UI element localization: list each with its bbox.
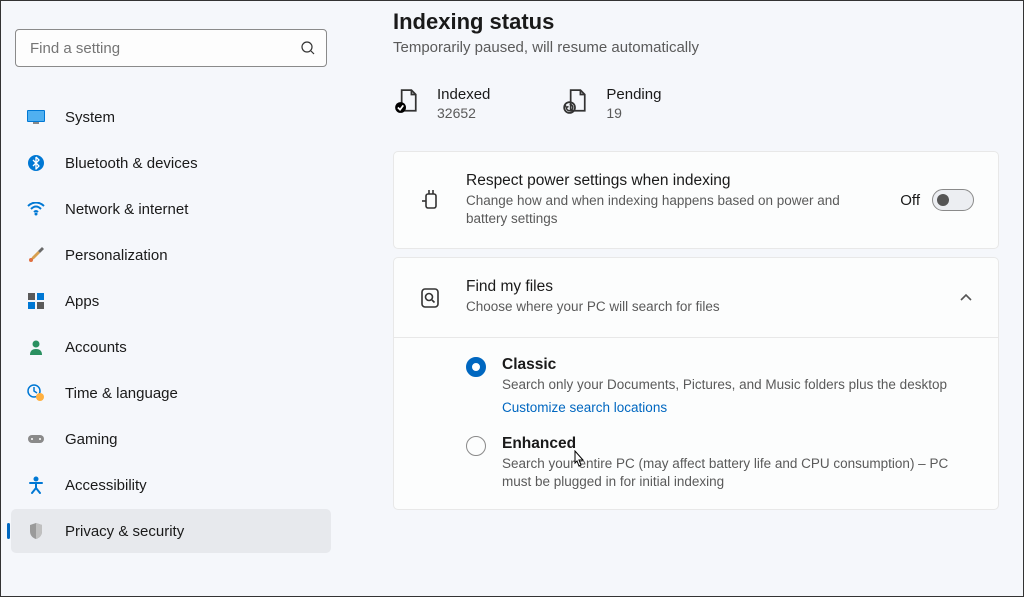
file-check-icon [393, 88, 419, 114]
power-toggle[interactable] [932, 189, 974, 211]
option-desc: Search your entire PC (may affect batter… [502, 455, 974, 491]
content-pane: Indexing status Temporarily paused, will… [341, 1, 1023, 596]
accessibility-icon [27, 476, 45, 494]
radio-unselected-icon[interactable] [466, 436, 486, 456]
sidebar-item-label: Privacy & security [65, 523, 184, 540]
sidebar-item-privacy-security[interactable]: Privacy & security [11, 509, 331, 553]
option-classic[interactable]: Classic Search only your Documents, Pict… [466, 356, 974, 417]
sidebar-item-time-language[interactable]: Time & language [11, 371, 331, 415]
option-enhanced[interactable]: Enhanced Search your entire PC (may affe… [466, 435, 974, 491]
nav-list: System Bluetooth & devices Network & int… [11, 95, 331, 553]
sidebar-item-label: Accounts [65, 339, 127, 356]
clock-globe-icon [27, 384, 45, 402]
sidebar-item-bluetooth[interactable]: Bluetooth & devices [11, 141, 331, 185]
radio-selected-icon[interactable] [466, 357, 486, 377]
page-title: Indexing status [393, 9, 999, 35]
gamepad-icon [27, 430, 45, 448]
sidebar-item-apps[interactable]: Apps [11, 279, 331, 323]
sidebar-item-personalization[interactable]: Personalization [11, 233, 331, 277]
stat-value: 32652 [437, 105, 490, 121]
find-files-options: Classic Search only your Documents, Pict… [394, 338, 998, 510]
search-icon [300, 40, 316, 56]
sidebar-item-system[interactable]: System [11, 95, 331, 139]
search-box[interactable] [15, 29, 327, 67]
toggle-state-label: Off [900, 192, 920, 209]
sidebar-item-label: Accessibility [65, 477, 147, 494]
stat-value: 19 [606, 105, 661, 121]
stats-row: Indexed 32652 Pending 19 [393, 86, 999, 121]
sidebar-item-label: Gaming [65, 431, 118, 448]
card-desc: Choose where your PC will search for fil… [466, 298, 934, 316]
wifi-icon [27, 200, 45, 218]
apps-icon [27, 292, 45, 310]
find-files-card: Find my files Choose where your PC will … [393, 257, 999, 510]
option-title: Classic [502, 356, 947, 374]
card-title: Respect power settings when indexing [466, 172, 876, 190]
sidebar-item-gaming[interactable]: Gaming [11, 417, 331, 461]
file-pending-icon [562, 88, 588, 114]
person-icon [27, 338, 45, 356]
bluetooth-icon [27, 154, 45, 172]
stat-label: Indexed [437, 86, 490, 103]
search-input[interactable] [30, 40, 300, 57]
sidebar-item-accessibility[interactable]: Accessibility [11, 463, 331, 507]
customize-search-locations-link[interactable]: Customize search locations [502, 400, 667, 415]
file-search-icon [418, 286, 442, 310]
find-files-header[interactable]: Find my files Choose where your PC will … [394, 258, 998, 336]
sidebar-item-accounts[interactable]: Accounts [11, 325, 331, 369]
page-subtitle: Temporarily paused, will resume automati… [393, 39, 999, 56]
display-icon [27, 108, 45, 126]
shield-icon [27, 522, 45, 540]
option-desc: Search only your Documents, Pictures, an… [502, 376, 947, 394]
chevron-up-icon [958, 290, 974, 306]
option-title: Enhanced [502, 435, 974, 453]
sidebar-item-label: Personalization [65, 247, 168, 264]
paintbrush-icon [27, 246, 45, 264]
sidebar-item-label: Bluetooth & devices [65, 155, 198, 172]
stat-pending: Pending 19 [562, 86, 661, 121]
sidebar-item-label: Apps [65, 293, 99, 310]
stat-label: Pending [606, 86, 661, 103]
sidebar-item-network[interactable]: Network & internet [11, 187, 331, 231]
sidebar-item-label: System [65, 109, 115, 126]
power-settings-card: Respect power settings when indexing Cha… [393, 151, 999, 249]
plug-icon [418, 188, 442, 212]
sidebar-item-label: Network & internet [65, 201, 188, 218]
card-title: Find my files [466, 278, 934, 296]
sidebar-item-label: Time & language [65, 385, 178, 402]
card-desc: Change how and when indexing happens bas… [466, 192, 876, 228]
sidebar: System Bluetooth & devices Network & int… [1, 1, 341, 596]
stat-indexed: Indexed 32652 [393, 86, 490, 121]
